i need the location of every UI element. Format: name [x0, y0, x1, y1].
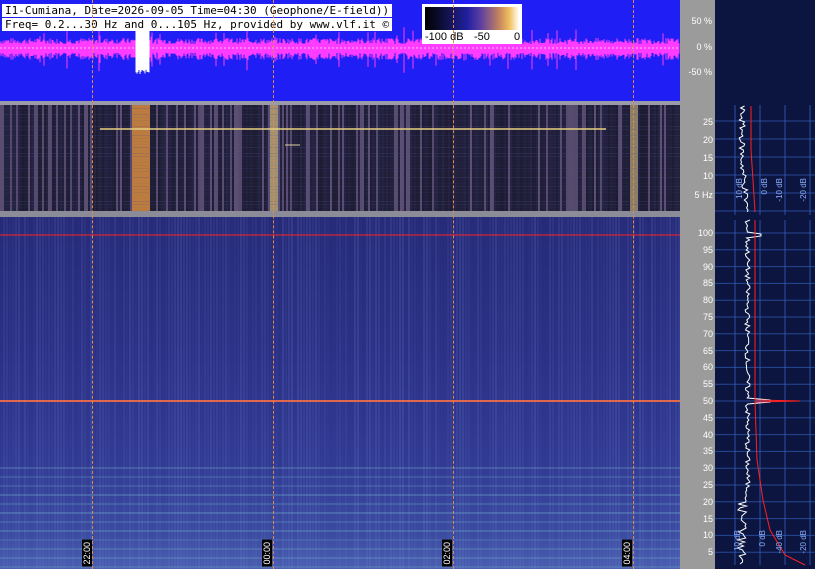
- spectrogram-viewer: I1-Cumiana, Date=2026-09-05 Time=04:30 (…: [0, 0, 815, 569]
- high-freq-label: 15: [702, 513, 713, 524]
- profile-label: 10 dB: [735, 178, 744, 199]
- profile-label: 0 dB: [760, 178, 769, 195]
- high-freq-label: 20: [702, 496, 713, 507]
- high-freq-label: 25: [702, 480, 713, 490]
- low-freq-label: 10: [702, 171, 713, 181]
- profile-label: 0 dB: [758, 530, 767, 547]
- amplitude-label: 50 %: [691, 16, 712, 26]
- time-label: 02:00: [442, 540, 452, 567]
- high-freq-label: 30: [702, 463, 713, 474]
- time-marker-line: [633, 0, 634, 569]
- high-freq-label: 45: [702, 412, 713, 423]
- time-label: 04:00: [622, 540, 632, 567]
- profile-label: -20 dB: [799, 530, 808, 554]
- profile-label: -10 dB: [775, 178, 784, 202]
- color-scale-legend: -100 dB -50 0: [422, 4, 522, 44]
- high-freq-label: 80: [702, 295, 713, 306]
- time-label: 00:00: [262, 540, 272, 567]
- high-freq-label: 40: [702, 429, 713, 440]
- time-marker-line: [453, 0, 454, 569]
- header-subtitle: Freq= 0.2...30 Hz and 0...105 Hz, provid…: [2, 18, 393, 31]
- low-freq-label: 20: [702, 135, 713, 145]
- high-freq-label: 50: [702, 396, 713, 406]
- frequency-axis: 50 % 0 % -50 % 25 20 15 10 5 Hz 100 95 90 8…: [680, 0, 715, 569]
- legend-min-label: -100 dB: [425, 31, 464, 43]
- high-freq-label: 65: [702, 345, 713, 356]
- high-freq-label: 95: [702, 244, 713, 255]
- time-label: 22:00: [82, 540, 92, 567]
- high-freq-label: 55: [702, 379, 713, 390]
- low-frequency-texture: [0, 105, 680, 211]
- header-title: I1-Cumiana, Date=2026-09-05 Time=04:30 (…: [2, 4, 393, 17]
- color-scale-bar: [425, 7, 519, 30]
- legend-max-label: 0: [514, 31, 521, 43]
- time-marker-line: [92, 0, 93, 569]
- high-frequency-spectrogram: [0, 217, 680, 569]
- legend-mid-label: -50: [474, 31, 490, 43]
- profile-label: -40 dB: [775, 530, 784, 554]
- high-freq-label: 5: [707, 547, 713, 558]
- high-freq-label: 60: [702, 362, 713, 373]
- spectrum-profile-panel: 10 dB 0 dB -10 dB -20 dB 10 dB 0 dB -40 …: [715, 0, 815, 569]
- profile-label: -20 dB: [799, 178, 808, 202]
- low-frequency-spectrogram: [0, 105, 680, 211]
- high-freq-label: 100: [697, 228, 713, 238]
- time-marker-line: [273, 0, 274, 569]
- high-freq-label: 75: [702, 312, 713, 322]
- amplitude-label: 0 %: [696, 42, 712, 52]
- high-frequency-texture: [0, 217, 680, 569]
- high-freq-label: 35: [702, 446, 713, 457]
- spectrum-profile-plot: [715, 105, 815, 566]
- low-freq-label: 5 Hz: [694, 190, 713, 200]
- high-freq-label: 10: [702, 530, 713, 541]
- low-freq-label: 15: [702, 153, 713, 163]
- high-freq-label: 85: [702, 278, 713, 289]
- profile-label: 10 dB: [733, 530, 742, 551]
- amplitude-label: -50 %: [688, 67, 712, 77]
- high-freq-label: 90: [702, 261, 713, 272]
- low-freq-label: 25: [702, 117, 713, 127]
- high-freq-label: 70: [702, 328, 713, 339]
